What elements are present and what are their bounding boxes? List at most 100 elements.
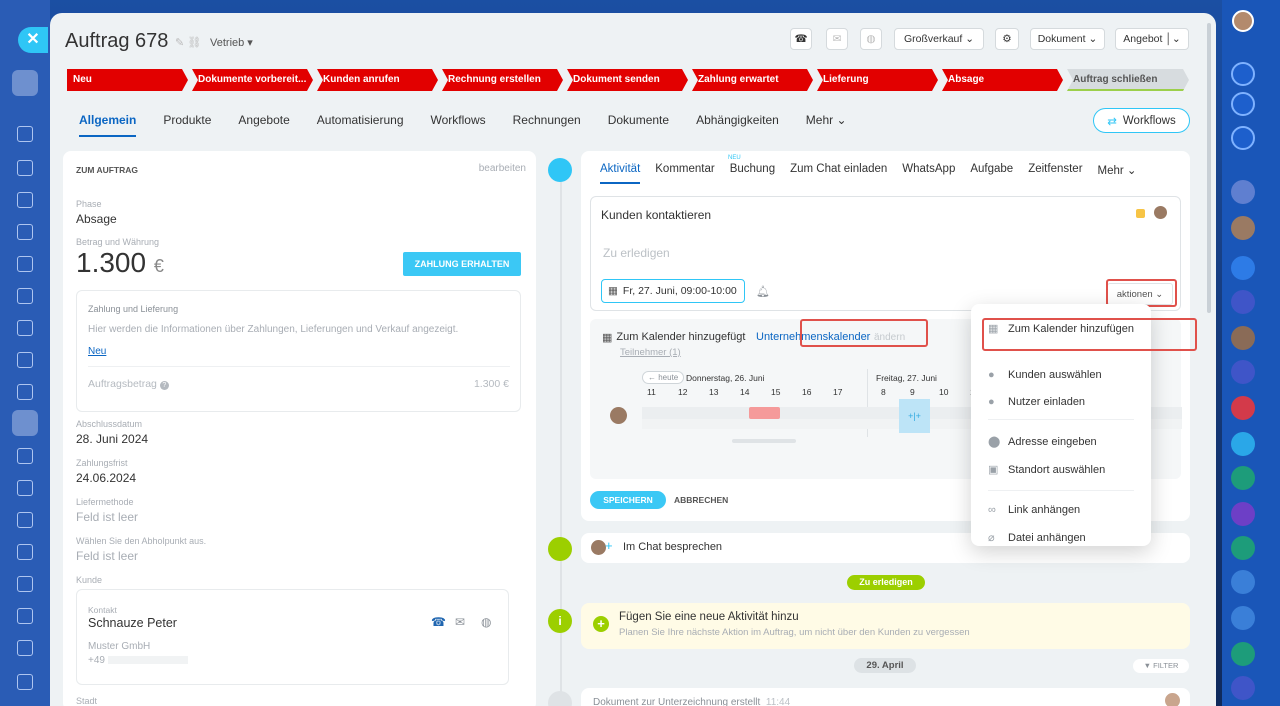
contact-name[interactable]: Schnauze Peter: [88, 616, 177, 630]
stage-item[interactable]: Kunden anrufen: [317, 69, 438, 91]
responsible-avatar[interactable]: [1153, 205, 1168, 220]
bell-icon[interactable]: [1231, 62, 1255, 86]
tab-angebote[interactable]: Angebote: [238, 113, 289, 137]
close-icon[interactable]: ✕: [18, 27, 48, 53]
color-marker[interactable]: [1136, 209, 1145, 218]
pipeline-selector[interactable]: Vetrieb ▾: [210, 36, 253, 49]
sidebar-active-item[interactable]: [12, 70, 38, 96]
menu-item-address[interactable]: ⬤ Adresse eingeben: [988, 436, 1097, 448]
tab-rechnungen[interactable]: Rechnungen: [513, 113, 581, 137]
phone-icon[interactable]: ☎: [431, 615, 446, 629]
stage-item[interactable]: Neu: [67, 69, 188, 91]
chat-avatar[interactable]: [1231, 290, 1255, 314]
search-chat-icon[interactable]: [1231, 126, 1255, 150]
menu-item-location[interactable]: ▣ Standort auswählen: [988, 464, 1105, 476]
tab-workflows[interactable]: Workflows: [431, 113, 486, 137]
user-avatar[interactable]: [1232, 10, 1254, 32]
filter-button[interactable]: ▼ FILTER: [1133, 659, 1189, 673]
menu-item-link[interactable]: ∞ Link anhängen: [988, 504, 1080, 516]
today-button[interactable]: ← heute: [642, 371, 685, 384]
sidebar-icon[interactable]: [17, 480, 33, 496]
tab-chat-einladen[interactable]: Zum Chat einladen: [790, 163, 887, 184]
chat-avatar[interactable]: [1231, 676, 1255, 700]
sidebar-icon[interactable]: [17, 576, 33, 592]
edit-link-icons[interactable]: ✎ ⛓: [175, 36, 201, 49]
scrollbar[interactable]: [732, 439, 796, 443]
sidebar-icon[interactable]: [17, 320, 33, 336]
chat-avatar[interactable]: [1231, 536, 1255, 560]
menu-item-invite-users[interactable]: ● Nutzer einladen: [988, 396, 1085, 408]
sidebar-icon[interactable]: [17, 126, 33, 142]
chat-avatar[interactable]: [1231, 396, 1255, 420]
mail-icon[interactable]: ✉: [455, 615, 465, 629]
phone-icon[interactable]: ☎: [790, 28, 812, 50]
tab-kommentar[interactable]: Kommentar: [655, 163, 714, 184]
chat-avatar[interactable]: [1231, 466, 1255, 490]
tab-buchung[interactable]: Buchung: [730, 163, 775, 184]
tab-mehr-activity[interactable]: Mehr ⌄: [1098, 163, 1137, 184]
datetime-picker[interactable]: ▦ Fr, 27. Juni, 09:00-10:00: [601, 279, 745, 303]
target-icon[interactable]: [1231, 92, 1255, 116]
chat-avatar[interactable]: [1231, 216, 1255, 240]
stage-item[interactable]: Auftrag schließen: [1067, 69, 1189, 91]
chat-avatar[interactable]: [1231, 360, 1255, 384]
sidebar-icon[interactable]: [17, 160, 33, 176]
selected-slot[interactable]: +|+: [899, 399, 930, 433]
tab-automatisierung[interactable]: Automatisierung: [317, 113, 404, 137]
tab-whatsapp[interactable]: WhatsApp: [902, 163, 955, 184]
plus-icon[interactable]: +: [593, 616, 609, 632]
menu-item-file[interactable]: ⌀ Datei anhängen: [988, 532, 1086, 544]
stage-item[interactable]: Dokument senden: [567, 69, 688, 91]
sidebar-icon[interactable]: [17, 512, 33, 528]
tab-mehr[interactable]: Mehr ⌄: [806, 113, 847, 137]
sidebar-icon[interactable]: [17, 352, 33, 368]
tab-aktivitaet[interactable]: Aktivität: [600, 163, 641, 184]
description-input[interactable]: Zu erledigen: [603, 246, 670, 260]
plus-icon[interactable]: +: [605, 538, 613, 553]
add-activity-row[interactable]: + Fügen Sie eine neue Aktivität hinzu Pl…: [581, 603, 1190, 649]
chat-avatar[interactable]: [1231, 502, 1255, 526]
menu-item-select-client[interactable]: ● Kunden auswählen: [988, 369, 1102, 381]
tab-aufgabe[interactable]: Aufgabe: [970, 163, 1013, 184]
workflows-button[interactable]: ⇄ Workflows: [1093, 108, 1190, 133]
chat-avatar[interactable]: [1231, 432, 1255, 456]
gear-icon[interactable]: ⚙: [995, 28, 1019, 50]
chat-avatar[interactable]: [1231, 642, 1255, 666]
tab-produkte[interactable]: Produkte: [163, 113, 211, 137]
price-type-select[interactable]: Großverkauf ⌄: [894, 28, 984, 50]
sidebar-icon[interactable]: [17, 674, 33, 690]
tab-dokumente[interactable]: Dokumente: [608, 113, 669, 137]
participant-avatar[interactable]: [610, 407, 627, 424]
sidebar-icon[interactable]: [17, 384, 33, 400]
chat-avatar[interactable]: [1231, 180, 1255, 204]
stage-item[interactable]: Lieferung: [817, 69, 938, 91]
tab-abhaengigkeiten[interactable]: Abhängigkeiten: [696, 113, 779, 137]
document-button[interactable]: Dokument ⌄: [1030, 28, 1105, 50]
sidebar-icon[interactable]: [17, 608, 33, 624]
activity-title-input[interactable]: Kunden kontaktieren: [601, 208, 711, 222]
receive-payment-button[interactable]: ZAHLUNG ERHALTEN: [403, 252, 521, 276]
cancel-button[interactable]: ABBRECHEN: [674, 491, 728, 509]
chat-avatar[interactable]: [1231, 570, 1255, 594]
sidebar-icon[interactable]: [17, 192, 33, 208]
tab-zeitfenster[interactable]: Zeitfenster: [1028, 163, 1082, 184]
stage-item[interactable]: Dokumente vorbereit...: [192, 69, 313, 91]
stage-item[interactable]: Absage: [942, 69, 1063, 91]
offer-button[interactable]: Angebot │⌄: [1115, 28, 1189, 50]
tab-allgemein[interactable]: Allgemein: [79, 113, 137, 137]
help-icon[interactable]: ?: [159, 381, 169, 390]
payment-new-link[interactable]: Neu: [88, 346, 106, 357]
edit-link[interactable]: bearbeiten: [479, 163, 526, 174]
sidebar-icon[interactable]: [17, 544, 33, 560]
sidebar-icon[interactable]: [17, 224, 33, 240]
stage-item[interactable]: Rechnung erstellen: [442, 69, 563, 91]
phone-number[interactable]: +49: [88, 655, 188, 666]
sidebar-icon[interactable]: [17, 640, 33, 656]
mail-icon[interactable]: ✉: [826, 28, 848, 50]
chat-icon[interactable]: ◍: [860, 28, 882, 50]
page-scrollbar[interactable]: [1207, 23, 1211, 313]
chat-icon[interactable]: ◍: [481, 615, 491, 629]
sidebar-icon[interactable]: [17, 288, 33, 304]
participants-link[interactable]: Teilnehmer (1): [620, 347, 681, 358]
save-button[interactable]: SPEICHERN: [590, 491, 666, 509]
